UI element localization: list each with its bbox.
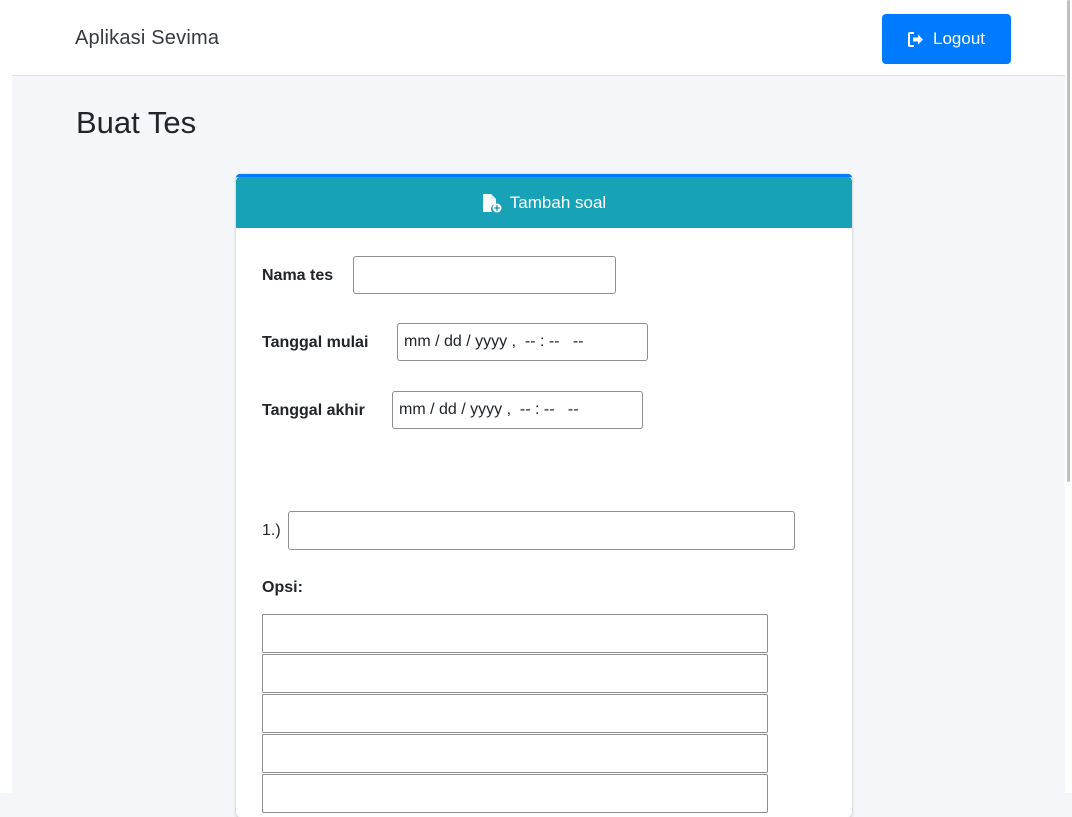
tanggal-mulai-input[interactable]: mm / dd / yyyy , -- : -- -- <box>397 323 648 361</box>
tanggal-mulai-placeholder: mm / dd / yyyy , -- : -- -- <box>404 333 584 350</box>
top-navbar: Aplikasi Sevima Logout <box>12 0 1065 76</box>
tanggal-akhir-placeholder: mm / dd / yyyy , -- : -- -- <box>399 401 579 418</box>
option-input-2[interactable] <box>262 654 768 693</box>
file-plus-icon <box>482 193 502 212</box>
option-input-4[interactable] <box>262 734 768 773</box>
add-question-button[interactable]: Tambah soal <box>236 177 852 228</box>
nama-tes-input[interactable] <box>353 256 616 294</box>
scrollbar-thumb[interactable] <box>1067 0 1070 482</box>
page-title: Buat Tes <box>76 105 197 140</box>
nama-tes-label: Nama tes <box>262 267 334 284</box>
logout-button[interactable]: Logout <box>882 14 1011 64</box>
tanggal-akhir-label: Tanggal akhir <box>262 402 365 419</box>
option-input-3[interactable] <box>262 694 768 733</box>
option-input-5[interactable] <box>262 774 768 813</box>
left-edge <box>0 0 12 793</box>
tanggal-akhir-input[interactable]: mm / dd / yyyy , -- : -- -- <box>392 391 643 429</box>
question-input[interactable] <box>288 511 795 550</box>
add-question-label: Tambah soal <box>509 192 607 212</box>
question-number: 1.) <box>262 522 281 539</box>
options-label: Opsi: <box>262 579 303 596</box>
tanggal-mulai-label: Tanggal mulai <box>262 334 369 351</box>
option-input-1[interactable] <box>262 614 768 653</box>
app-brand[interactable]: Aplikasi Sevima <box>75 27 219 50</box>
logout-label: Logout <box>933 29 985 48</box>
sign-out-icon <box>908 31 923 47</box>
